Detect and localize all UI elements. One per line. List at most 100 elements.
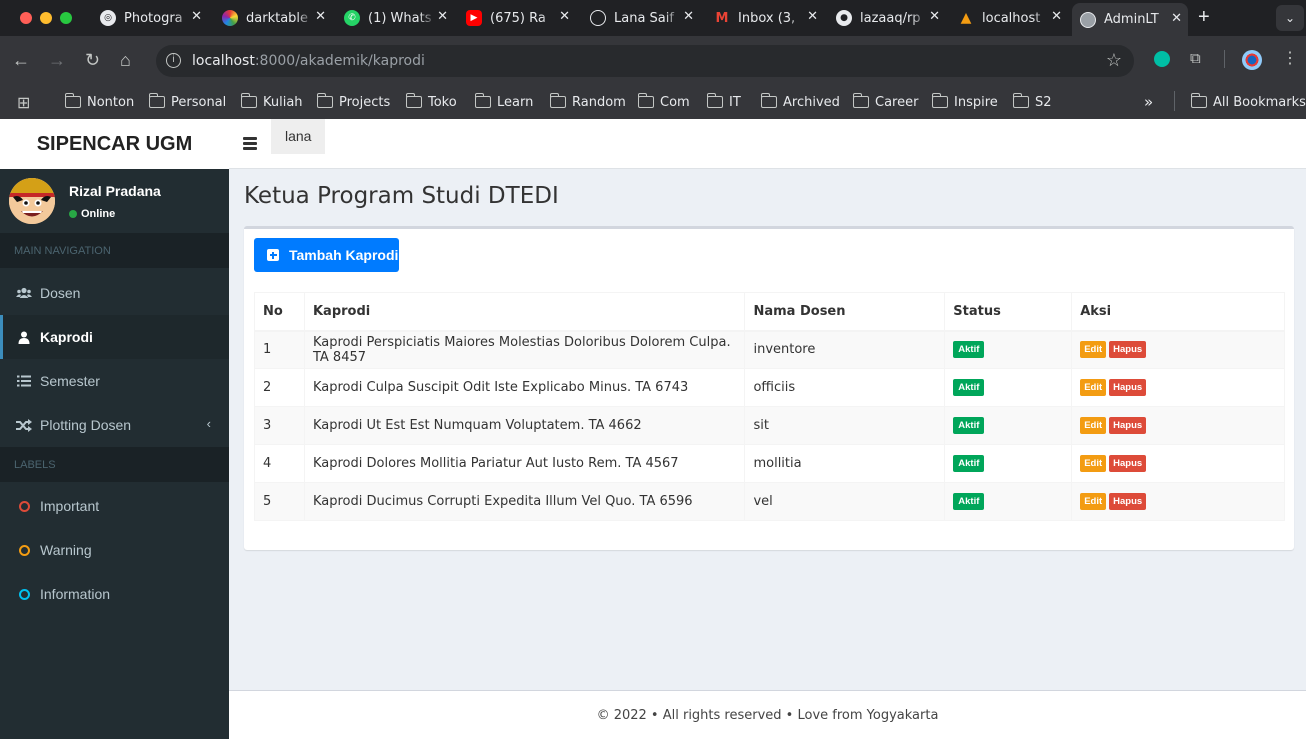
browser-tab-active[interactable]: AdminLT ✕: [1072, 3, 1188, 36]
bookmark-folder[interactable]: Learn: [474, 91, 533, 113]
all-bookmarks-folder[interactable]: All Bookmarks: [1190, 91, 1306, 113]
delete-button[interactable]: Hapus: [1109, 379, 1147, 396]
browser-menu-icon[interactable]: ⋮: [1282, 48, 1298, 68]
bookmark-folder[interactable]: Toko: [405, 91, 457, 113]
tab-title: localhost: [982, 10, 1041, 26]
add-kaprodi-button[interactable]: Tambah Kaprodi: [254, 238, 399, 272]
row-number: 1: [254, 330, 305, 369]
navbar-user-menu[interactable]: lana: [271, 119, 326, 154]
chevron-left-icon: ‹: [206, 416, 211, 431]
close-icon[interactable]: ✕: [437, 9, 448, 24]
folder-icon: [931, 93, 948, 108]
browser-tab[interactable]: ● lazaaq/rp ✕: [828, 4, 946, 32]
table-row: 1 Kaprodi Perspiciatis Maiores Molestias…: [254, 330, 1285, 369]
delete-button[interactable]: Hapus: [1109, 493, 1147, 510]
bookmark-folder[interactable]: Nonton: [64, 91, 134, 113]
bookmark-folder[interactable]: Inspire: [931, 91, 998, 113]
dosen-cell: mollitia: [744, 444, 946, 483]
extensions-puzzle-icon[interactable]: ⧉: [1190, 50, 1201, 67]
close-icon[interactable]: ✕: [929, 9, 940, 24]
forward-icon[interactable]: →: [48, 50, 66, 70]
minimize-window-button[interactable]: [40, 12, 52, 24]
reload-icon[interactable]: ↻: [85, 50, 100, 70]
dosen-cell: vel: [744, 482, 946, 521]
online-status-dot: [69, 210, 77, 218]
bookmark-folder[interactable]: Personal: [148, 91, 226, 113]
browser-tab[interactable]: ◎ Photogra ✕: [92, 4, 208, 32]
browser-tab[interactable]: Lana Saif ✕: [582, 4, 700, 32]
extension-icon[interactable]: [1154, 51, 1170, 67]
bookmark-folder[interactable]: Kuliah: [240, 91, 303, 113]
maximize-window-button[interactable]: [60, 12, 72, 24]
address-bar[interactable]: i localhost:8000/akademik/kaprodi ☆: [156, 45, 1134, 77]
tab-title: Photogra: [124, 10, 183, 26]
actions-cell: Edit Hapus: [1071, 406, 1285, 445]
sidebar-item-dosen[interactable]: Dosen: [0, 271, 229, 315]
close-icon[interactable]: ✕: [1051, 9, 1062, 24]
more-bookmarks-button[interactable]: »: [1144, 91, 1153, 113]
localhost-icon: ▲: [960, 10, 972, 26]
sidebar-label-information[interactable]: Information: [0, 572, 229, 616]
kaprodi-cell: Kaprodi Dolores Mollitia Pariatur Aut Iu…: [303, 444, 746, 483]
delete-button[interactable]: Hapus: [1109, 417, 1147, 434]
table-row: 4 Kaprodi Dolores Mollitia Pariatur Aut …: [254, 444, 1285, 483]
bookmark-folder[interactable]: Random: [549, 91, 626, 113]
plus-square-icon: [267, 249, 279, 261]
url-text[interactable]: localhost:8000/akademik/kaprodi: [192, 53, 425, 69]
browser-tab[interactable]: M Inbox (3, ✕: [706, 4, 824, 32]
close-icon[interactable]: ✕: [315, 9, 326, 24]
darktable-icon: [222, 10, 238, 26]
browser-tab[interactable]: darktable ✕: [214, 4, 332, 32]
sidebar-item-plotting-dosen[interactable]: Plotting Dosen ‹: [0, 403, 229, 447]
user-status: Online: [69, 208, 115, 220]
footer: © 2022 • All rights reserved • Love from…: [229, 690, 1306, 739]
home-icon[interactable]: ⌂: [120, 50, 131, 70]
profile-avatar[interactable]: [1242, 50, 1262, 70]
bookmark-folder[interactable]: Com: [637, 91, 690, 113]
page-title: Ketua Program Studi DTEDI: [244, 183, 559, 209]
edit-button[interactable]: Edit: [1080, 379, 1107, 396]
bookmark-folder[interactable]: IT: [706, 91, 741, 113]
tab-search-button[interactable]: ⌄: [1276, 5, 1304, 31]
tab-title: AdminLT: [1104, 12, 1159, 27]
sidebar-item-kaprodi[interactable]: Kaprodi: [0, 315, 229, 359]
close-icon[interactable]: ✕: [191, 9, 202, 24]
close-icon[interactable]: ✕: [1171, 11, 1182, 26]
bookmark-folder[interactable]: Archived: [760, 91, 840, 113]
new-tab-button[interactable]: +: [1198, 6, 1210, 29]
browser-tab[interactable]: ▶ (675) Ra ✕: [458, 4, 576, 32]
app-logo[interactable]: SIPENCAR UGM: [0, 119, 229, 169]
sidebar-label-important[interactable]: Important: [0, 484, 229, 528]
sidebar-item-semester[interactable]: Semester: [0, 359, 229, 403]
edit-button[interactable]: Edit: [1080, 417, 1107, 434]
edit-button[interactable]: Edit: [1080, 341, 1107, 359]
globe-icon: [590, 10, 606, 26]
sidebar-label-warning[interactable]: Warning: [0, 528, 229, 572]
actions-cell: Edit Hapus: [1071, 444, 1285, 483]
close-icon[interactable]: ✕: [559, 9, 570, 24]
delete-button[interactable]: Hapus: [1109, 455, 1147, 472]
menu-toggle-icon[interactable]: [243, 137, 257, 150]
delete-button[interactable]: Hapus: [1109, 341, 1147, 359]
browser-tab[interactable]: ▲ localhost ✕: [950, 4, 1068, 32]
bookmark-folder[interactable]: S2: [1012, 91, 1052, 113]
bookmark-folder[interactable]: Projects: [316, 91, 390, 113]
dosen-cell: sit: [744, 406, 946, 445]
browser-toolbar: ← → ↻ ⌂ i localhost:8000/akademik/kaprod…: [0, 36, 1306, 86]
close-icon[interactable]: ✕: [807, 9, 818, 24]
status-cell: Aktif: [944, 444, 1073, 483]
bookmark-folder[interactable]: Career: [852, 91, 918, 113]
site-info-icon[interactable]: i: [166, 53, 181, 68]
back-icon[interactable]: ←: [12, 50, 30, 70]
bookmark-star-icon[interactable]: ☆: [1106, 50, 1122, 71]
edit-button[interactable]: Edit: [1080, 493, 1107, 510]
table-header-row: No Kaprodi Nama Dosen Status Aksi: [254, 292, 1285, 332]
close-window-button[interactable]: [20, 12, 32, 24]
close-icon[interactable]: ✕: [683, 9, 694, 24]
status-badge: Aktif: [953, 417, 985, 434]
edit-button[interactable]: Edit: [1080, 455, 1107, 472]
sidebar-item-label: Kaprodi: [40, 329, 93, 345]
apps-grid-icon[interactable]: ⊞: [17, 91, 30, 113]
browser-tab[interactable]: ✆ (1) Whats ✕: [336, 4, 454, 32]
whatsapp-icon: ✆: [344, 10, 360, 26]
